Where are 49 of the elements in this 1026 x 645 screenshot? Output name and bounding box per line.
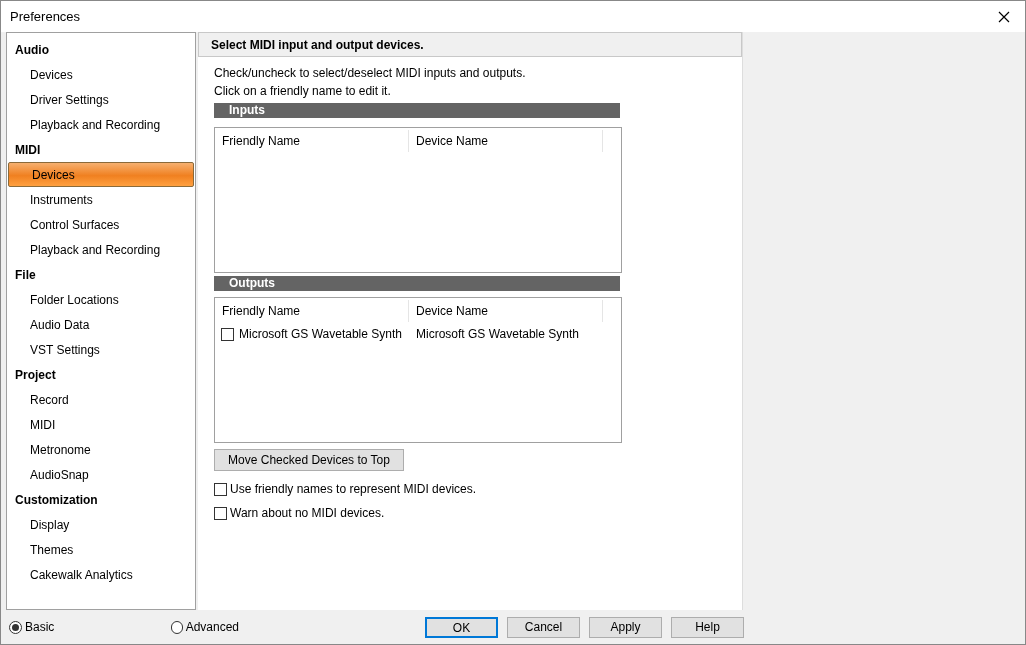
column-header[interactable]: Friendly Name [215,130,409,152]
sidebar-item[interactable]: Display [7,512,195,537]
radio-button[interactable] [171,620,183,634]
sidebar-item[interactable]: Record [7,387,195,412]
close-icon [998,10,1010,23]
option-checkbox[interactable] [214,482,227,496]
sidebar-item[interactable]: Folder Locations [7,287,195,312]
sidebar-group-header: Project [14,366,57,384]
sidebar-group-header: MIDI [14,141,42,159]
dialog-button[interactable]: Cancel [507,616,580,638]
table-cell-text: Microsoft GS Wavetable Synth [239,326,402,343]
sidebar-item[interactable]: Control Surfaces [7,212,195,237]
column-header[interactable]: Device Name [409,130,603,152]
device-checkbox[interactable] [221,327,234,341]
sidebar-item[interactable]: Themes [7,537,195,562]
dialog-button[interactable]: Help [671,616,744,638]
sidebar-item[interactable]: Devices [7,62,195,87]
sidebar-item[interactable]: Playback and Recording [7,237,195,262]
sidebar-item[interactable]: MIDI [7,412,195,437]
sidebar-item[interactable]: Metronome [7,437,195,462]
radio-label: Advanced [185,619,239,636]
panel-header: Select MIDI input and output devices. [198,32,742,57]
sidebar-item[interactable]: Playback and Recording [7,112,195,137]
radio-label: Basic [25,619,55,636]
sidebar-item[interactable]: VST Settings [7,337,195,362]
column-header[interactable]: Device Name [409,300,603,322]
dialog-button[interactable]: OK [425,616,498,638]
section-header: Inputs [214,103,620,118]
instruction-text: Click on a friendly name to edit it. [214,83,392,100]
option-label: Warn about no MIDI devices. [230,505,385,522]
sidebar-item[interactable]: Driver Settings [7,87,195,112]
table-cell-text: Microsoft GS Wavetable Synth [415,326,579,343]
sidebar-group-header: File [14,266,37,284]
sidebar-item[interactable]: Instruments [7,187,195,212]
sidebar-group-header: Customization [14,491,99,509]
sidebar-item[interactable]: AudioSnap [7,462,195,487]
sidebar-group-header: Audio [14,41,50,59]
dialog-button[interactable]: Apply [589,616,662,638]
section-header: Outputs [214,276,620,291]
move-to-top-button[interactable]: Move Checked Devices to Top [214,449,404,471]
sidebar-item[interactable]: Audio Data [7,312,195,337]
window-title: Preferences [10,7,81,26]
option-checkbox[interactable] [214,506,227,520]
option-label: Use friendly names to represent MIDI devices. [230,481,477,498]
radio-button[interactable] [9,620,22,634]
sidebar-item[interactable]: Cakewalk Analytics [7,562,195,587]
column-header[interactable]: Friendly Name [215,300,409,322]
sidebar-item[interactable]: Devices [8,162,194,187]
instruction-text: Check/uncheck to select/deselect MIDI inputs and outputs. [214,65,527,82]
